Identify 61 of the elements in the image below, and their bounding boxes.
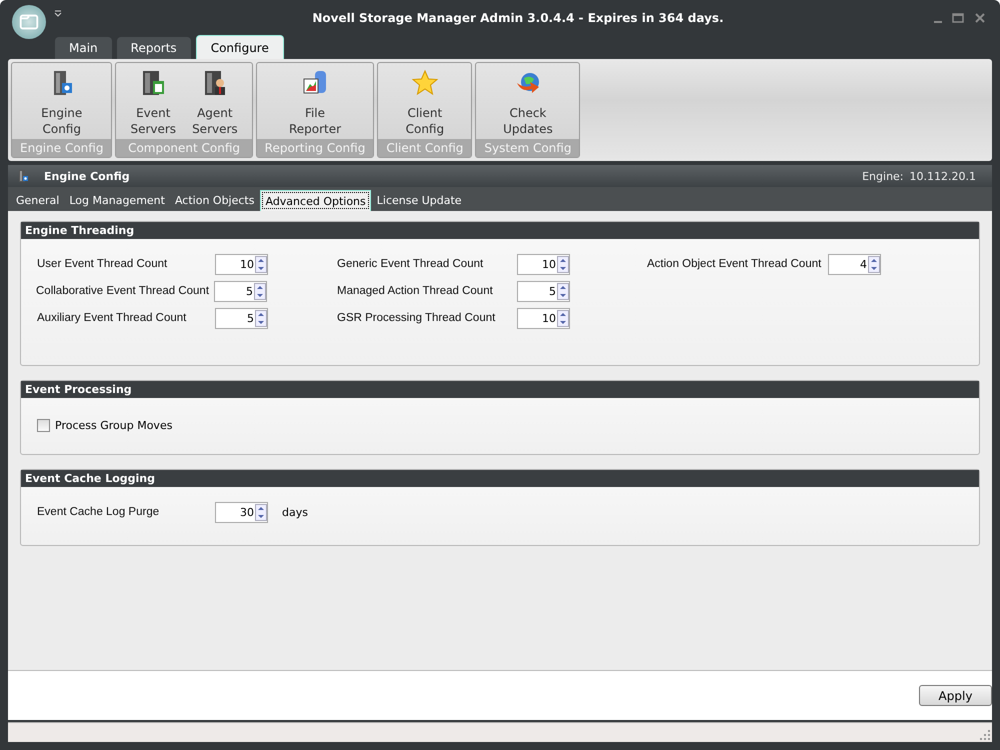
number-spinner[interactable]: 10 [517,254,570,274]
field-label: Collaborative Event Thread Count [36,285,210,297]
group-label: Component Config [116,139,252,157]
settings-tab[interactable]: General [12,190,64,211]
ribbon-button[interactable]: Check Updates [495,63,561,139]
ribbon-tab[interactable]: Main [55,37,112,59]
number-spinner[interactable]: 4 [828,254,881,274]
close-icon [974,12,986,24]
field-label: Event Cache Log Purge [37,506,160,518]
up-down-arrows-icon [557,256,569,272]
apply-button[interactable]: Apply [919,685,992,706]
up-down-arrows-icon [255,504,267,520]
field-label: Managed Action Thread Count [337,285,494,297]
application-menu-button[interactable] [12,4,46,38]
number-spinner[interactable]: 30 [215,502,268,522]
up-down-arrows-icon [255,310,267,326]
maximize-icon [952,12,964,24]
number-spinner[interactable]: 5 [517,280,570,302]
ribbon-button[interactable]: Event Servers [122,63,184,139]
engine-address: 10.112.20.1 [910,170,976,182]
checkbox[interactable] [37,418,50,432]
unit-label: days [282,506,308,518]
up-down-arrows-icon [557,282,569,300]
number-spinner[interactable]: 5 [214,280,267,302]
ribbon-button[interactable]: Agent Servers [184,63,246,139]
group-label: Reporting Config [256,139,374,157]
panel-header: Engine Threading [21,222,979,239]
ribbon-button[interactable]: Engine Config [33,63,90,139]
panel-header: Event Cache Logging [21,470,979,487]
up-down-arrows-icon [557,310,569,326]
window-title: Novell Storage Manager Admin 3.0.4.4 - Expires in 364 days. [311,10,725,24]
group-label: Engine Config [12,139,112,157]
engine-label: Engine: [862,170,904,182]
field-label: Action Object Event Thread Count [647,258,822,270]
resize-grip-icon [980,730,990,740]
ribbon-button[interactable]: File Reporter [280,63,350,139]
number-spinner[interactable]: 5 [215,308,268,328]
field-label: Auxiliary Event Thread Count [37,312,188,324]
minimize-icon [934,20,942,22]
checkbox-label: Process Group Moves [55,418,172,432]
up-down-arrows-icon [255,256,267,272]
field-label: User Event Thread Count [37,258,168,270]
number-spinner[interactable]: 10 [215,254,268,274]
star-icon [410,69,439,97]
section-title: Engine Config [44,170,131,182]
settings-tab[interactable]: License Update [372,190,466,211]
up-down-arrows-icon [868,256,880,272]
dropdown-caret-icon [54,8,62,16]
group-label: System Config [476,139,580,157]
settings-tab[interactable]: Log Management [65,190,169,211]
group-label: Client Config [378,139,472,157]
ribbon-tab[interactable]: Reports [116,37,191,59]
ribbon-tab[interactable]: Configure [196,35,284,59]
field-label: GSR Processing Thread Count [337,312,496,324]
up-down-arrows-icon [254,282,266,300]
ribbon-button[interactable]: Client Config [398,63,452,139]
panel-header: Event Processing [21,381,979,398]
settings-tab[interactable]: Advanced Options [260,190,371,211]
number-spinner[interactable]: 10 [517,308,570,328]
settings-tab[interactable]: Action Objects [170,190,258,211]
field-label: Generic Event Thread Count [337,258,484,270]
